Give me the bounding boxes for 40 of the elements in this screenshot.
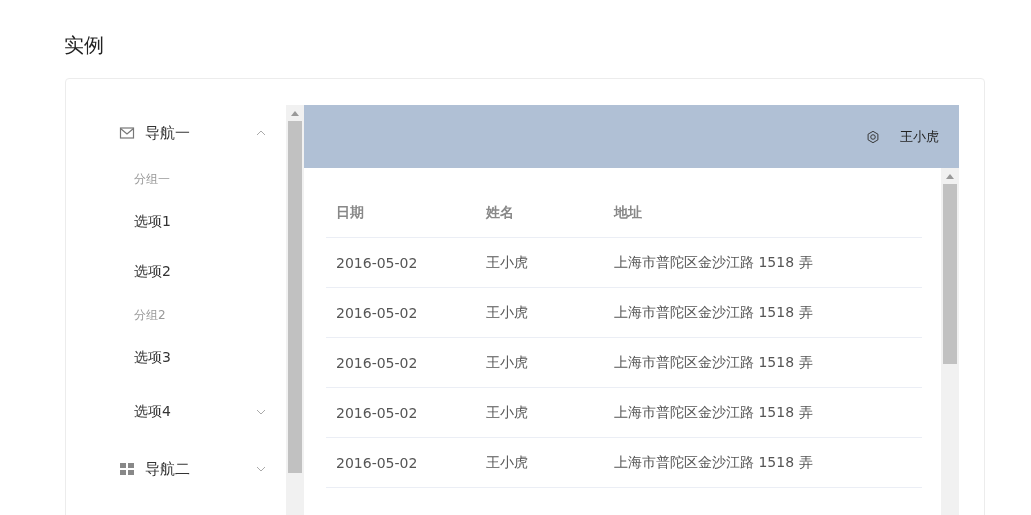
menu-submenu-title[interactable]: 选项4 [91,383,286,441]
scroll-up-icon[interactable] [291,111,299,116]
grid-icon [119,461,135,477]
menu-submenu-title[interactable]: 导航二 [91,441,286,497]
table-cell-text: 2016-05-02 [335,404,419,421]
table-cell-text: 王小虎 [486,253,529,272]
page-title: 实例 [64,32,104,59]
menu-item[interactable]: 选项3 [91,333,286,383]
table-cell-text: 上海市普陀区金沙江路 1518 弄 [614,353,814,372]
table-cell-text: 上海市普陀区金沙江路 1518 弄 [614,253,814,272]
mail-icon [119,125,135,141]
column-header: 日期 [335,203,365,222]
chevron-down-icon [256,409,266,415]
user-name: 王小虎 [900,127,939,146]
table-cell-text: 2016-05-02 [335,354,419,371]
settings-icon[interactable] [866,129,880,144]
column-header: 姓名 [486,203,515,222]
chevron-up-icon [256,130,266,136]
menu-item[interactable]: 选项1 [91,197,286,247]
menu-group-title: 分组2 [134,306,166,324]
menu-item[interactable]: 选项2 [91,247,286,297]
table-cell-text: 2016-05-02 [335,454,419,471]
column-header: 地址 [614,203,643,222]
scrollbar-thumb[interactable] [288,121,302,473]
table-cell-text: 王小虎 [486,353,529,372]
table-cell-text: 2016-05-02 [335,304,419,321]
scroll-up-icon[interactable] [946,174,954,179]
table-cell-text: 上海市普陀区金沙江路 1518 弄 [614,453,814,472]
menu-submenu-title[interactable]: 导航一 [91,105,286,161]
table-cell-text: 2016-05-02 [335,254,419,271]
menu-group-title: 分组一 [134,170,170,188]
table-cell-text: 王小虎 [486,303,529,322]
scrollbar[interactable] [941,168,959,515]
table-cell-text: 王小虎 [486,403,529,422]
scrollbar-thumb[interactable] [943,184,957,364]
chevron-down-icon [256,466,266,472]
table-cell-text: 上海市普陀区金沙江路 1518 弄 [614,403,814,422]
scrollbar[interactable] [286,105,304,515]
table-cell-text: 王小虎 [486,453,529,472]
table-cell-text: 上海市普陀区金沙江路 1518 弄 [614,303,814,322]
